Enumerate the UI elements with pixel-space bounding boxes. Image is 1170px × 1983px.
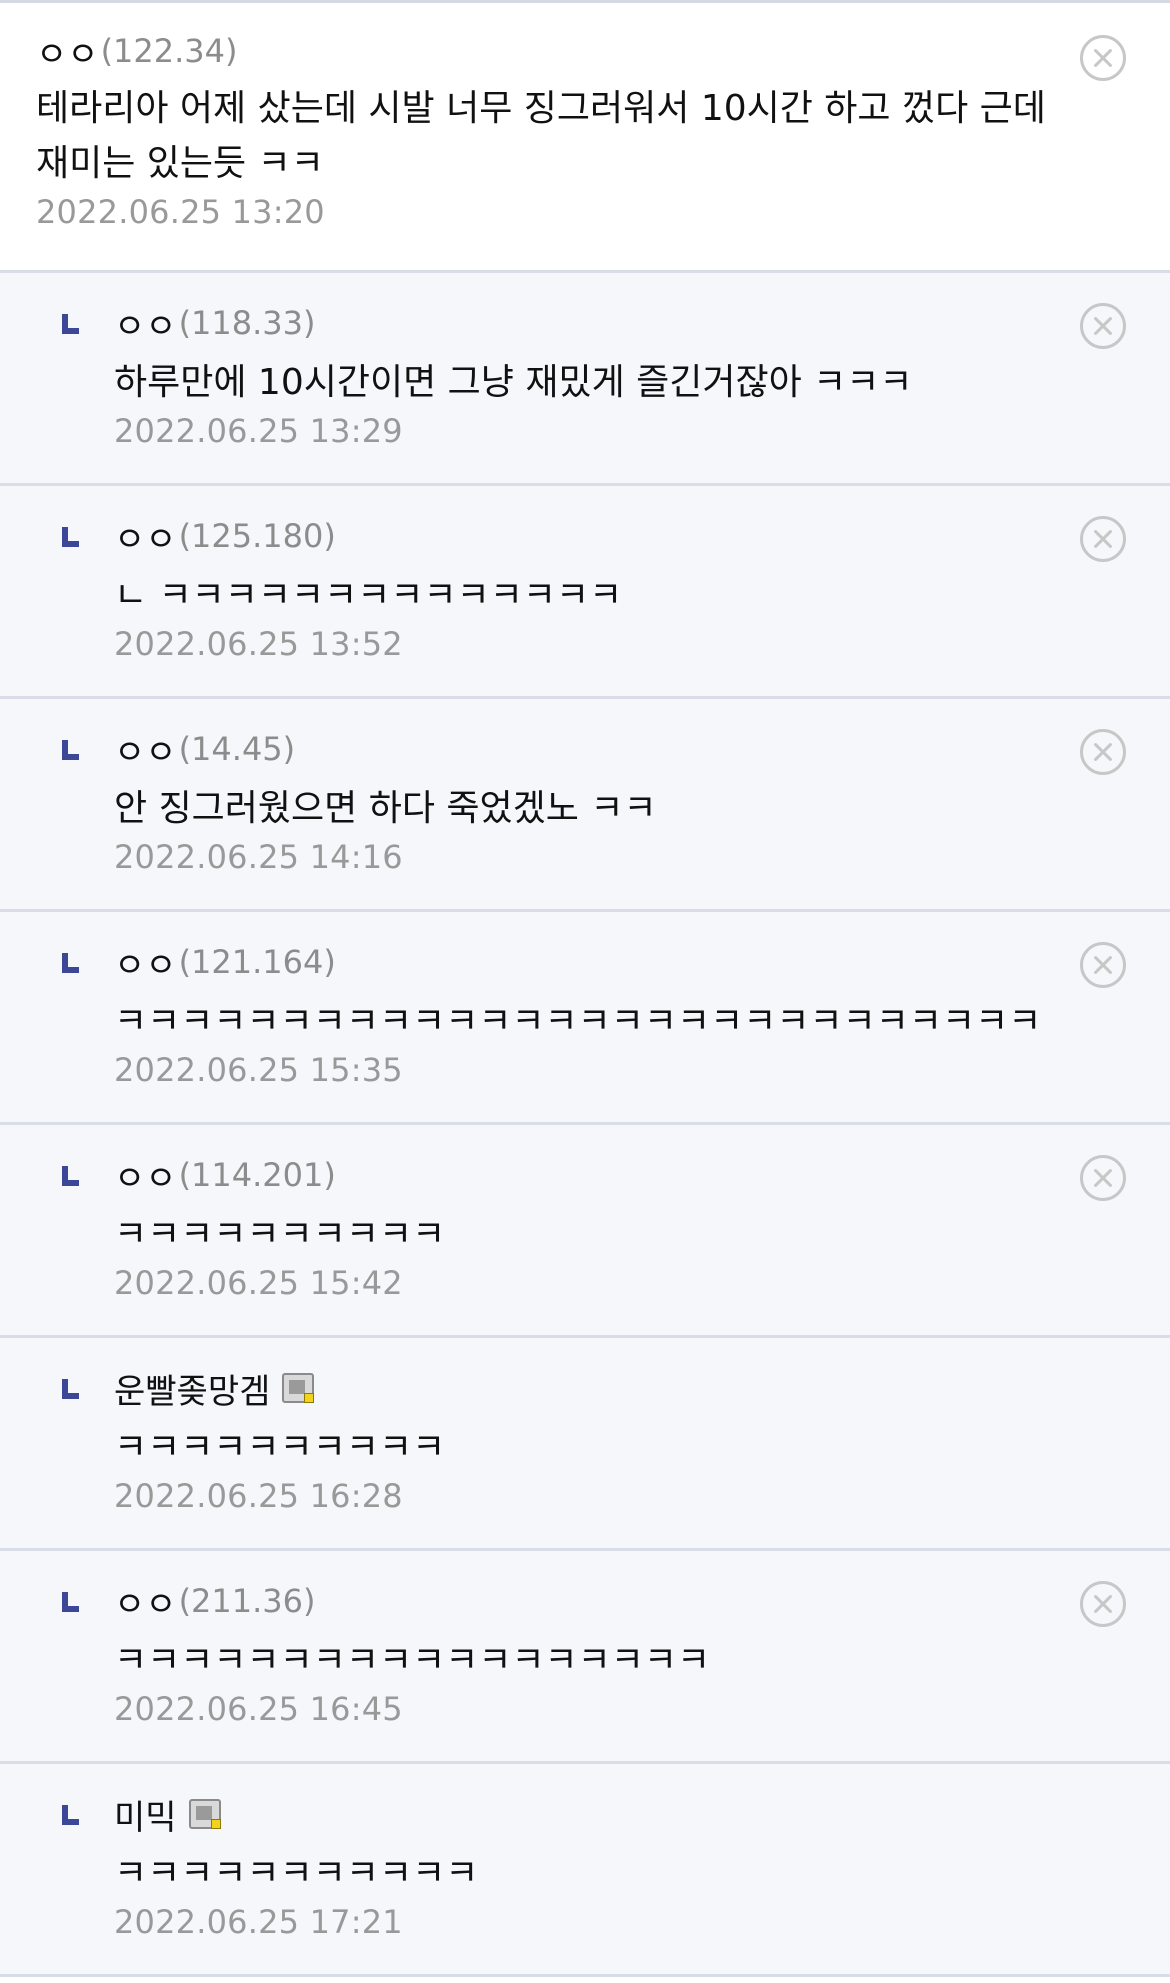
comment-author-line: ㅇㅇ (118.33)	[114, 299, 1110, 348]
comment-author-line: ㅇㅇ (14.45)	[114, 725, 1110, 774]
comment-author-name[interactable]: ㅇㅇ	[114, 299, 177, 348]
reply-arrow-icon	[62, 1592, 79, 1612]
delete-comment-button[interactable]	[1080, 1581, 1126, 1627]
comment-text: 테라리아 어제 샀는데 시발 너무 징그러워서 10시간 하고 껐다 근데 재미…	[36, 88, 1046, 184]
delete-comment-button[interactable]	[1080, 1155, 1126, 1201]
comment-author-line: ㅇㅇ (122.34)	[36, 27, 1110, 76]
comment-date: 2022.06.25 13:52	[114, 625, 403, 663]
comment-text: ㅋㅋㅋㅋㅋㅋㅋㅋㅋㅋ	[114, 1427, 446, 1468]
comment-author-name[interactable]: ㅇㅇ	[114, 1151, 177, 1200]
comment-author-line: ㅇㅇ (121.164)	[114, 938, 1110, 987]
reply-arrow-icon	[62, 1379, 79, 1399]
reply-arrow-icon	[62, 953, 79, 973]
reply-arrow-icon	[62, 1805, 79, 1825]
comment-thread: ㅇㅇ (122.34) 테라리아 어제 샀는데 시발 너무 징그러워서 10시간…	[0, 0, 1170, 1983]
comment-text: ㅋㅋㅋㅋㅋㅋㅋㅋㅋㅋㅋㅋㅋㅋㅋㅋㅋㅋ	[114, 1640, 711, 1681]
reply-arrow-icon	[62, 527, 79, 547]
reply-item: ㅇㅇ (14.45) 안 징그러웠으면 하다 죽었겠노 ㅋㅋ 2022.06.2…	[0, 699, 1170, 912]
comment-author-name[interactable]: ㅇㅇ	[114, 938, 177, 987]
reply-item: 미믹 ㅋㅋㅋㅋㅋㅋㅋㅋㅋㅋㅋ 2022.06.25 17:21	[0, 1764, 1170, 1977]
reply-item: ㅇㅇ (114.201) ㅋㅋㅋㅋㅋㅋㅋㅋㅋㅋ 2022.06.25 15:42	[0, 1125, 1170, 1338]
comment-date: 2022.06.25 13:20	[36, 193, 325, 231]
comment-author-line: ㅇㅇ (114.201)	[114, 1151, 1110, 1200]
reply-item: ㅇㅇ (211.36) ㅋㅋㅋㅋㅋㅋㅋㅋㅋㅋㅋㅋㅋㅋㅋㅋㅋㅋ 2022.06.2…	[0, 1551, 1170, 1764]
delete-comment-button[interactable]	[1080, 729, 1126, 775]
comment-author-ip: (118.33)	[178, 304, 316, 342]
comment-text: ㅋㅋㅋㅋㅋㅋㅋㅋㅋㅋㅋ	[114, 1853, 479, 1894]
reply-item: 운빨좆망겜 ㅋㅋㅋㅋㅋㅋㅋㅋㅋㅋ 2022.06.25 16:28	[0, 1338, 1170, 1551]
gallog-icon[interactable]	[188, 1799, 221, 1829]
comment-date: 2022.06.25 13:29	[114, 412, 403, 450]
comment-author-line: 운빨좆망겜	[114, 1364, 1110, 1413]
comment-date: 2022.06.25 16:45	[114, 1690, 403, 1728]
comment-text: ㅋㅋㅋㅋㅋㅋㅋㅋㅋㅋㅋㅋㅋㅋㅋㅋㅋㅋㅋㅋㅋㅋㅋㅋㅋㅋㅋㅋ	[114, 1001, 1042, 1042]
comment-date: 2022.06.25 14:16	[114, 838, 403, 876]
comment-text: ㄴ ㅋㅋㅋㅋㅋㅋㅋㅋㅋㅋㅋㅋㅋㅋ	[114, 575, 623, 616]
comment-author-name[interactable]: ㅇㅇ	[114, 512, 177, 561]
comment-author-line: 미믹	[114, 1790, 1110, 1839]
reply-arrow-icon	[62, 314, 79, 334]
comment-date: 2022.06.25 15:42	[114, 1264, 403, 1302]
comment-text: 하루만에 10시간이면 그냥 재밌게 즐긴거잖아 ㅋㅋㅋ	[114, 362, 913, 403]
reply-item: ㅇㅇ (125.180) ㄴ ㅋㅋㅋㅋㅋㅋㅋㅋㅋㅋㅋㅋㅋㅋ 2022.06.25…	[0, 486, 1170, 699]
comment-author-ip: (122.34)	[100, 32, 238, 70]
comment-text: ㅋㅋㅋㅋㅋㅋㅋㅋㅋㅋ	[114, 1214, 446, 1255]
comment-date: 2022.06.25 15:35	[114, 1051, 403, 1089]
reply-item: ㅇㅇ (118.33) 하루만에 10시간이면 그냥 재밌게 즐긴거잖아 ㅋㅋㅋ…	[0, 273, 1170, 486]
comment-author-ip: (121.164)	[178, 943, 336, 981]
comment-author-line: ㅇㅇ (125.180)	[114, 512, 1110, 561]
comment-item: ㅇㅇ (122.34) 테라리아 어제 샀는데 시발 너무 징그러워서 10시간…	[0, 3, 1170, 273]
reply-item: ㅇㅇ (121.164) ㅋㅋㅋㅋㅋㅋㅋㅋㅋㅋㅋㅋㅋㅋㅋㅋㅋㅋㅋㅋㅋㅋㅋㅋㅋㅋㅋ…	[0, 912, 1170, 1125]
comment-author-name[interactable]: ㅇㅇ	[114, 725, 177, 774]
comment-date: 2022.06.25 16:28	[114, 1477, 403, 1515]
comment-date: 2022.06.25 17:21	[114, 1903, 403, 1941]
comment-author-name[interactable]: 운빨좆망겜	[114, 1364, 270, 1413]
delete-comment-button[interactable]	[1080, 303, 1126, 349]
comment-author-name[interactable]: ㅇㅇ	[114, 1577, 177, 1626]
comment-text: 안 징그러웠으면 하다 죽었겠노 ㅋㅋ	[114, 788, 657, 829]
delete-comment-button[interactable]	[1080, 942, 1126, 988]
comment-author-name[interactable]: 미믹	[114, 1790, 177, 1839]
comment-author-ip: (114.201)	[178, 1156, 336, 1194]
gallog-icon[interactable]	[282, 1373, 315, 1403]
comment-author-ip: (211.36)	[178, 1582, 316, 1620]
comment-author-ip: (125.180)	[178, 517, 336, 555]
comment-author-ip: (14.45)	[178, 730, 296, 768]
reply-arrow-icon	[62, 1166, 79, 1186]
delete-comment-button[interactable]	[1080, 35, 1126, 81]
comment-author-line: ㅇㅇ (211.36)	[114, 1577, 1110, 1626]
comment-author-name[interactable]: ㅇㅇ	[36, 27, 99, 76]
delete-comment-button[interactable]	[1080, 516, 1126, 562]
reply-arrow-icon	[62, 740, 79, 760]
